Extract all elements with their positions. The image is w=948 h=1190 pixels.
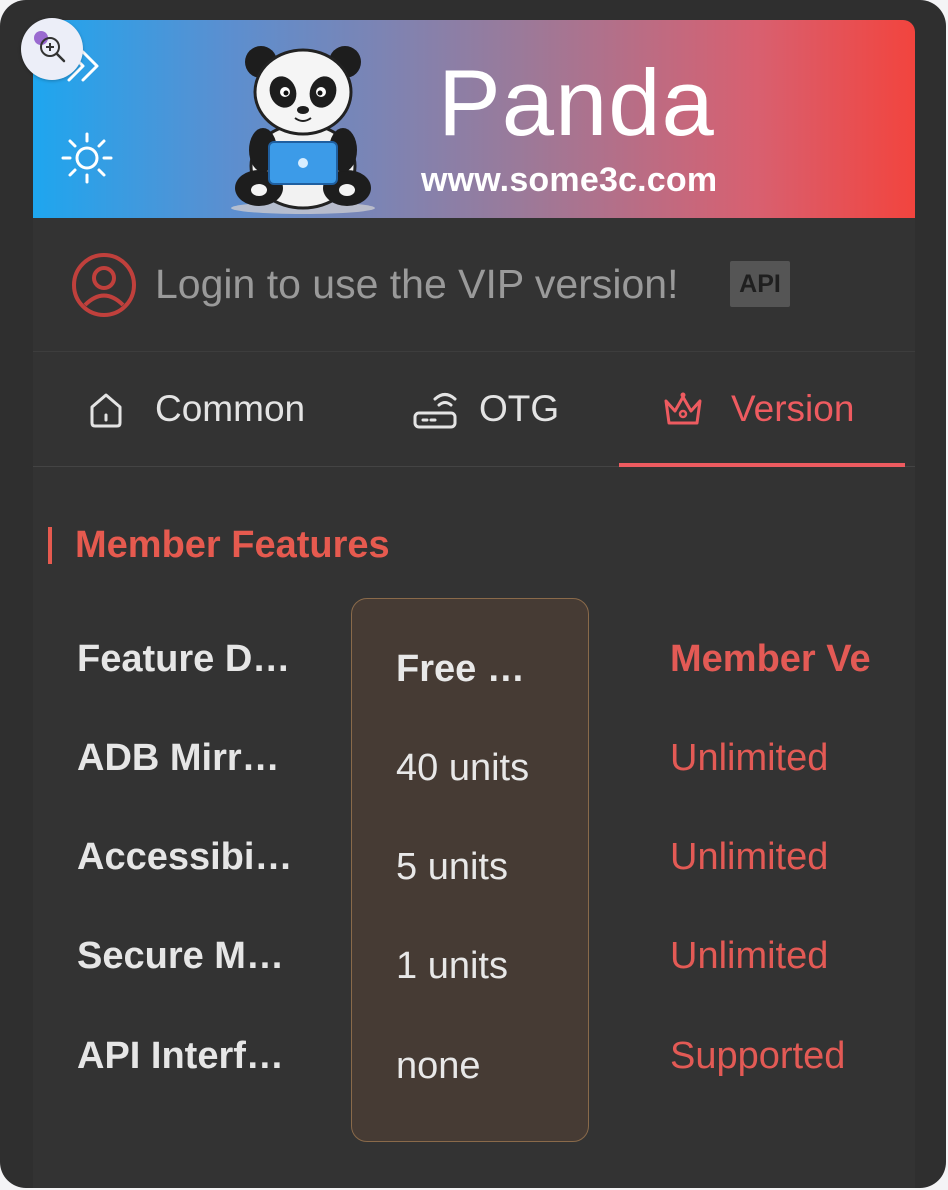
app-window: Panda www.some3c.com Login to use the VI… (0, 0, 946, 1188)
header-feature: Feature D… (77, 638, 291, 680)
tab-common[interactable]: Common (63, 353, 353, 466)
main-panel: Panda www.some3c.com Login to use the VI… (33, 20, 915, 1188)
home-icon (90, 393, 122, 428)
feature-name: ADB Mirr… (77, 737, 280, 779)
free-value: none (396, 1045, 481, 1087)
api-badge: API (730, 261, 790, 307)
free-value: 1 units (396, 945, 508, 987)
tab-version[interactable]: Version (619, 353, 905, 466)
brand-url: www.some3c.com (421, 161, 718, 199)
active-tab-indicator (619, 463, 905, 467)
member-value: Unlimited (670, 737, 829, 779)
tab-bar: Common OTG Version (33, 353, 915, 467)
feature-name: API Interf… (77, 1035, 284, 1077)
header-free: Free … (396, 648, 525, 690)
user-circle-icon[interactable] (71, 252, 137, 318)
member-value: Unlimited (670, 836, 829, 878)
zoom-in-button[interactable] (21, 18, 83, 80)
feature-name: Accessibi… (77, 836, 293, 878)
router-icon (413, 393, 457, 429)
section-title: Member Features (75, 524, 390, 566)
member-value: Unlimited (670, 935, 829, 977)
free-value: 5 units (396, 846, 508, 888)
header-banner: Panda www.some3c.com (33, 20, 915, 218)
brand-title: Panda (438, 50, 715, 155)
tab-otg[interactable]: OTG (393, 353, 633, 466)
tab-common-label: Common (155, 388, 306, 429)
panda-logo (223, 38, 383, 216)
member-value: Supported (670, 1035, 846, 1077)
header-member: Member Ve (670, 638, 871, 680)
login-prompt-link[interactable]: Login to use the VIP version! (155, 256, 678, 312)
sun-icon[interactable] (57, 128, 117, 188)
tab-version-label: Version (731, 388, 855, 429)
crown-icon (664, 392, 702, 425)
tab-otg-label: OTG (479, 388, 560, 429)
login-prompt-row: Login to use the VIP version! API (33, 218, 915, 352)
zoom-in-icon (34, 31, 66, 63)
free-value: 40 units (396, 747, 530, 789)
feature-name: Secure M… (77, 935, 284, 977)
